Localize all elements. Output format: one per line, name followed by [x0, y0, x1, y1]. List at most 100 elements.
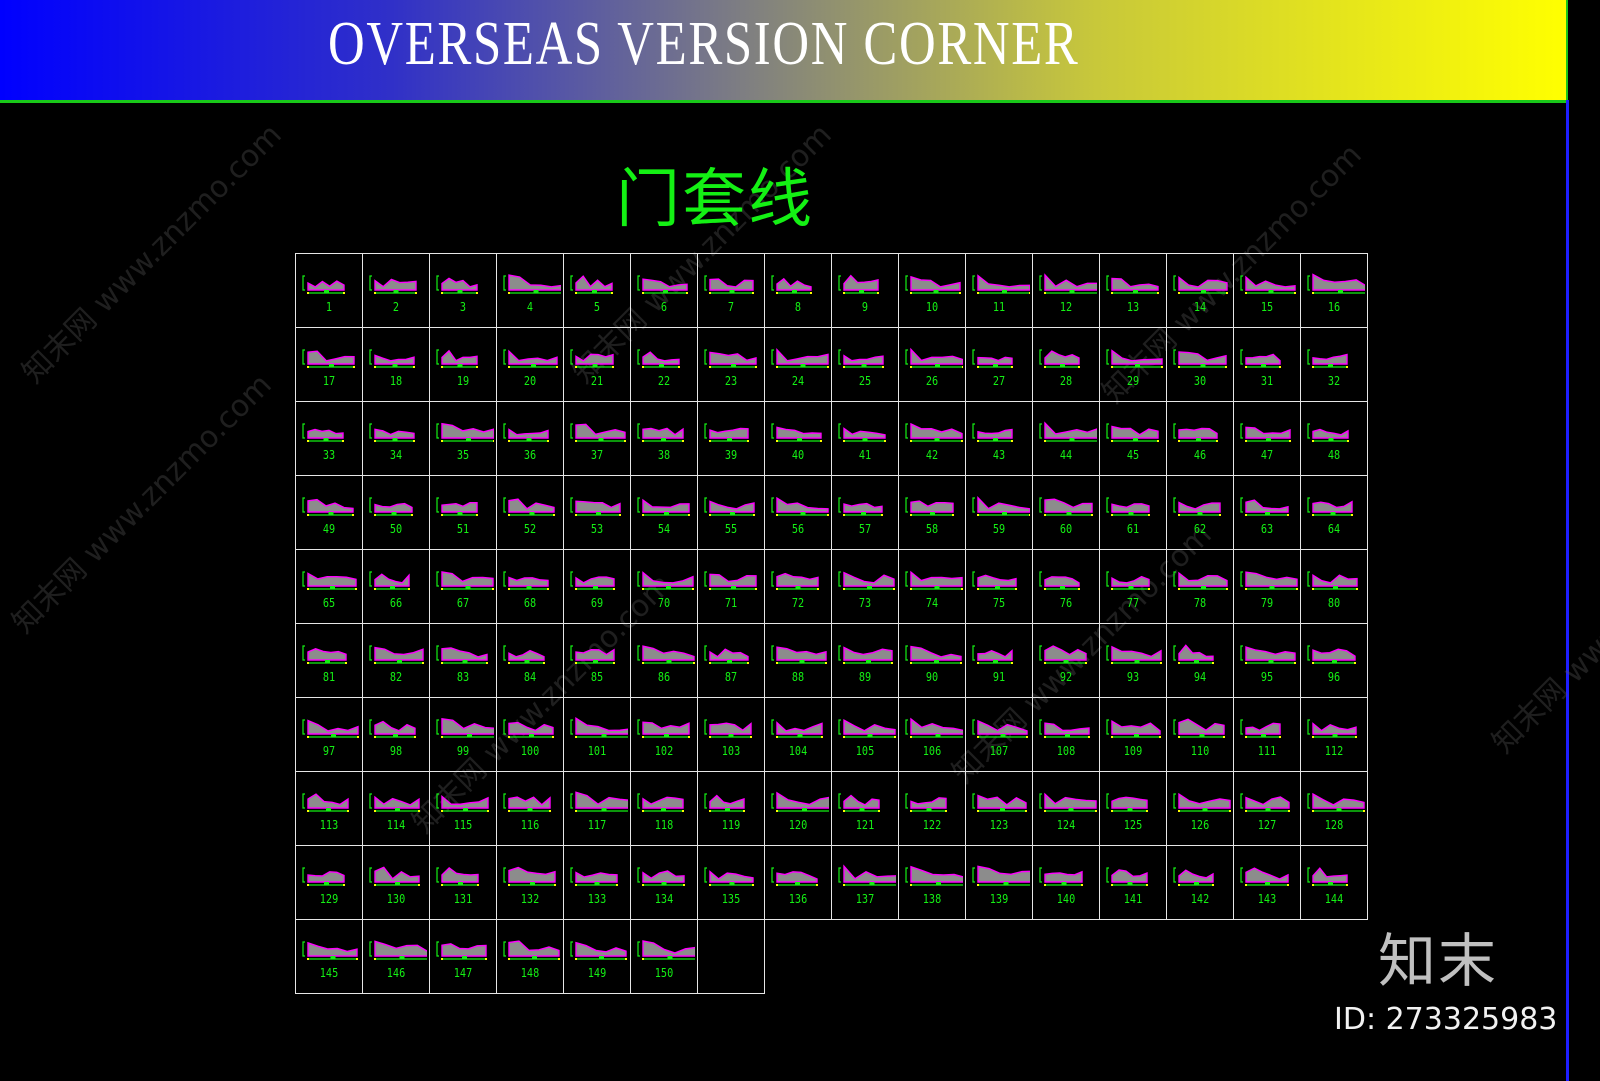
profile-cell: 29 — [1099, 327, 1167, 402]
profile-number: 148 — [520, 966, 540, 980]
profile-number: 63 — [1260, 522, 1274, 536]
dimension-tick — [508, 884, 510, 886]
height-dimension — [972, 645, 975, 661]
profile-shape — [843, 864, 896, 883]
dimension-tick — [1212, 884, 1214, 886]
profile-number: 72 — [791, 596, 805, 610]
dimension-tick — [508, 662, 510, 664]
profile-number: 18 — [389, 374, 403, 388]
profile-cell: 117 — [563, 771, 631, 846]
dimension-mark — [867, 734, 873, 737]
profile-number: 82 — [389, 670, 403, 684]
dimension-mark — [1194, 660, 1199, 663]
profile-number: 112 — [1324, 744, 1344, 758]
dimension-mark — [467, 734, 472, 737]
profile-shape — [910, 422, 963, 439]
molding-profile-icon — [637, 423, 684, 442]
door-casing-profile-grid: 1 2 3 4 5 6 7 8 9 10 11 12 13 14 15 16 17 18 19 20 21 22 23 24 2… — [295, 253, 1368, 994]
dimension-tick — [709, 514, 711, 516]
profile-cell: 37 — [563, 401, 631, 476]
dimension-tick — [374, 810, 376, 812]
dimension-tick — [441, 736, 443, 738]
height-dimension — [1106, 793, 1109, 809]
profile-shape — [1245, 275, 1296, 291]
dimension-tick — [642, 588, 644, 590]
profile-number: 105 — [855, 744, 875, 758]
height-dimension — [570, 497, 573, 513]
molding-profile-icon — [1106, 423, 1159, 442]
dimension-mark — [601, 808, 607, 811]
dimension-tick — [1312, 440, 1314, 442]
molding-profile-icon — [1240, 645, 1296, 664]
dimension-tick — [843, 736, 845, 738]
profile-cell: 150 — [630, 919, 698, 994]
profile-cell: 31 — [1233, 327, 1301, 402]
height-dimension — [302, 423, 305, 439]
dimension-tick — [910, 884, 912, 886]
molding-profile-icon — [503, 423, 549, 442]
molding-profile-icon — [302, 349, 355, 368]
profile-cell: 67 — [429, 549, 497, 624]
dimension-mark — [934, 438, 940, 441]
profile-number: 138 — [922, 892, 942, 906]
molding-profile-icon — [302, 497, 354, 516]
molding-profile-icon — [503, 645, 545, 664]
profile-cell: 126 — [1166, 771, 1234, 846]
profile-cell: 73 — [831, 549, 899, 624]
profile-number: 96 — [1327, 670, 1341, 684]
dimension-tick — [1160, 662, 1162, 664]
dimension-tick — [508, 588, 510, 590]
profile-shape — [307, 793, 349, 809]
molding-profile-icon — [637, 867, 685, 886]
height-dimension — [369, 571, 372, 587]
header-banner: OVERSEAS VERSION CORNER — [0, 0, 1568, 103]
profile-number: 46 — [1193, 448, 1207, 462]
dimension-tick — [709, 736, 711, 738]
height-dimension — [436, 497, 439, 513]
profile-number: 139 — [989, 892, 1009, 906]
profile-cell: 47 — [1233, 401, 1301, 476]
profile-cell: 116 — [496, 771, 564, 846]
height-dimension — [905, 349, 908, 365]
molding-profile-icon — [1307, 273, 1365, 294]
profile-shape — [910, 500, 954, 513]
dimension-mark — [530, 882, 535, 885]
profile-number: 7 — [727, 300, 735, 314]
dimension-mark — [728, 734, 734, 737]
dimension-mark — [324, 290, 329, 293]
height-dimension — [704, 497, 707, 513]
profile-shape — [1111, 720, 1161, 735]
molding-profile-icon — [1307, 867, 1348, 886]
profile-shape — [843, 502, 883, 513]
dimension-tick — [1025, 810, 1027, 812]
dimension-mark — [462, 956, 467, 959]
dimension-mark — [666, 660, 672, 663]
dimension-tick — [1245, 292, 1247, 294]
dimension-tick — [682, 440, 684, 442]
dimension-mark — [859, 290, 864, 293]
profile-cell: 89 — [831, 623, 899, 698]
height-dimension — [369, 867, 372, 883]
profile-cell: 56 — [764, 475, 832, 550]
profile-cell: 104 — [764, 697, 832, 772]
profile-number: 14 — [1193, 300, 1207, 314]
profile-cell: 75 — [965, 549, 1033, 624]
profile-cell: 55 — [697, 475, 765, 550]
dimension-tick — [575, 292, 577, 294]
height-dimension — [436, 941, 439, 957]
height-dimension — [1240, 571, 1243, 587]
dimension-tick — [556, 366, 558, 368]
dimension-tick — [415, 292, 417, 294]
molding-profile-icon — [570, 349, 614, 368]
dimension-mark — [1197, 512, 1203, 515]
profile-number: 86 — [657, 670, 671, 684]
profile-shape — [374, 720, 416, 735]
height-dimension — [838, 867, 841, 883]
height-dimension — [1039, 349, 1042, 365]
dimension-tick — [1294, 292, 1296, 294]
profile-shape — [642, 721, 690, 735]
dimension-mark — [862, 438, 868, 441]
profile-number: 146 — [386, 966, 406, 980]
profile-number: 75 — [992, 596, 1006, 610]
dimension-mark — [1068, 808, 1074, 811]
